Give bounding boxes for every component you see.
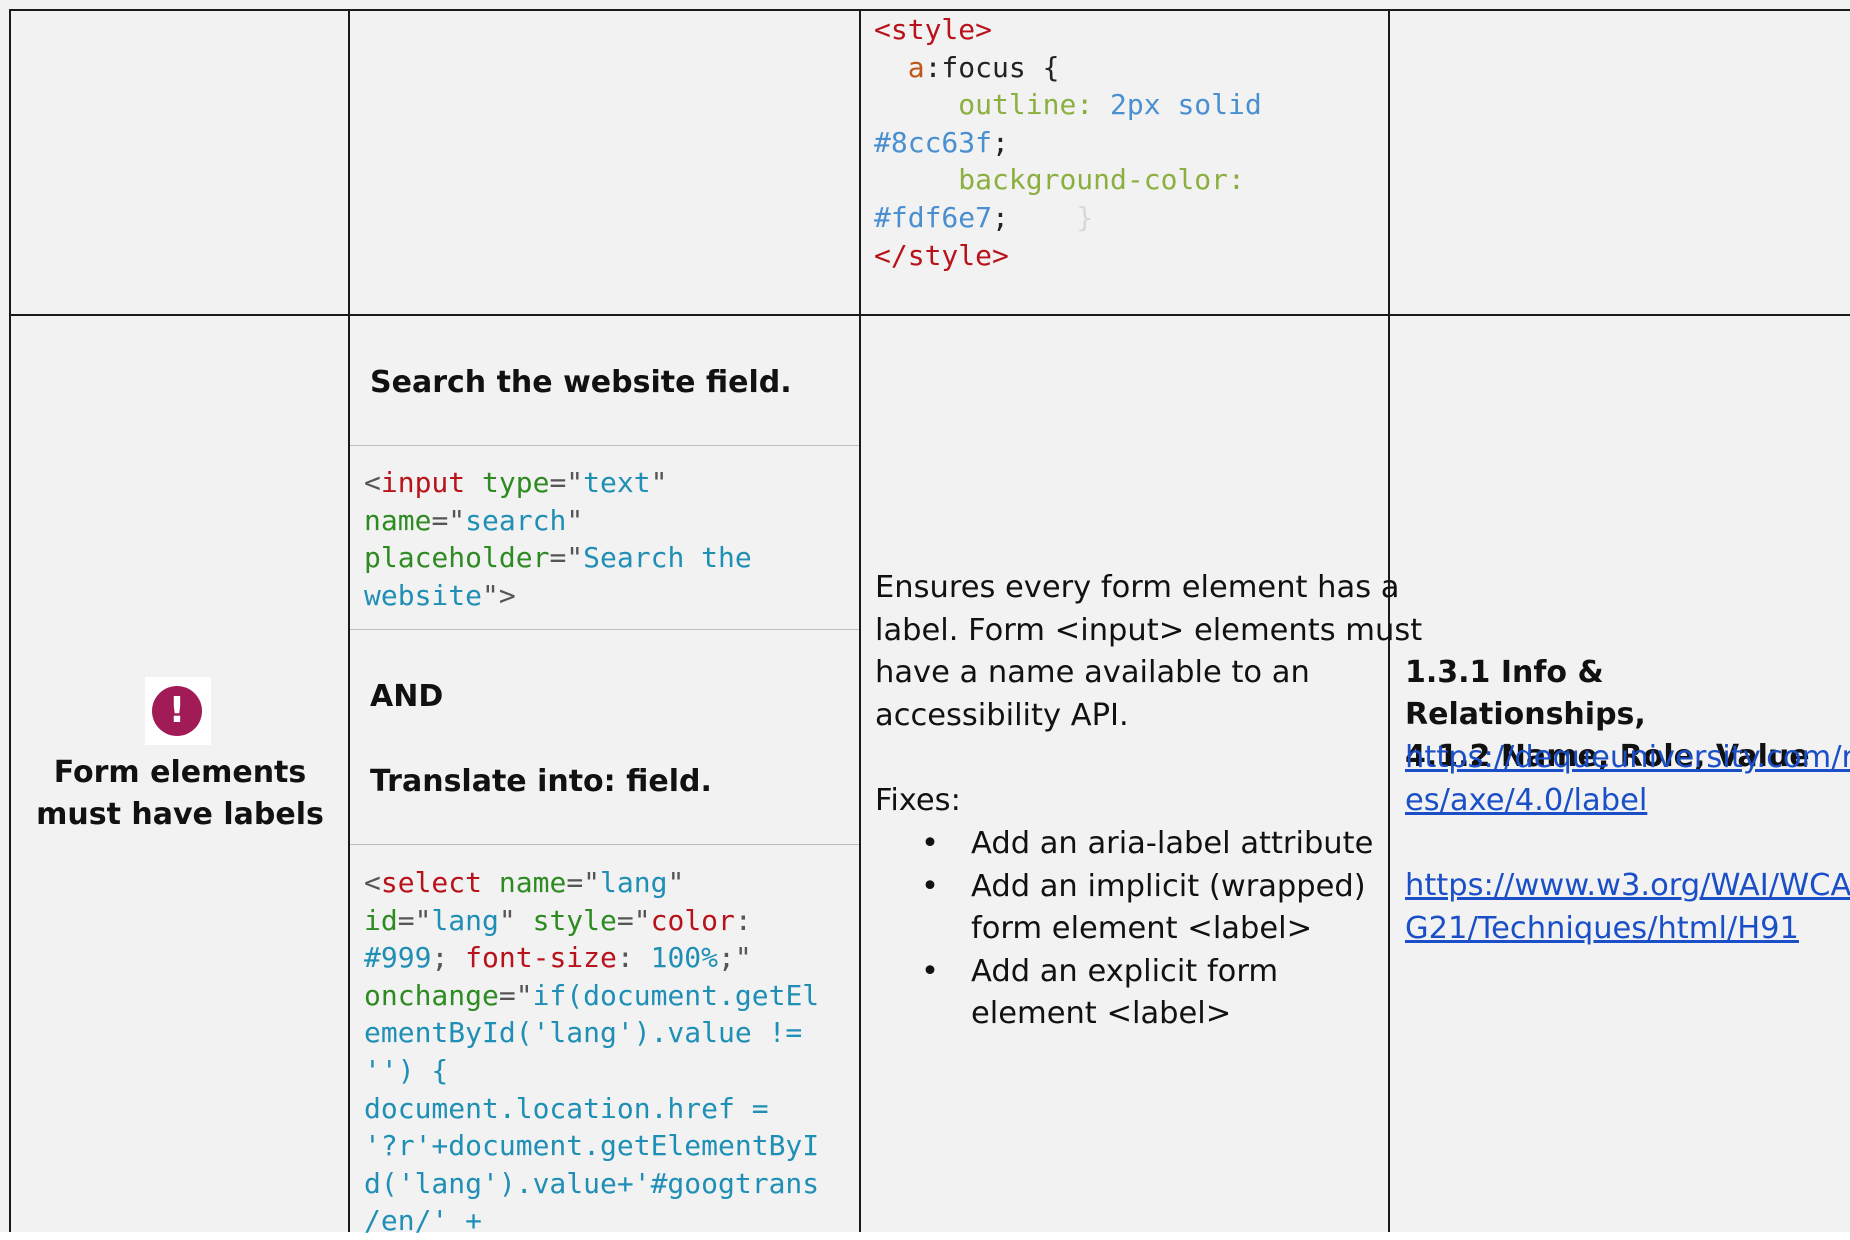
example-heading-translate: Translate into: field.	[370, 764, 712, 799]
example-heading-search: Search the website field.	[370, 365, 792, 400]
input-code-snippet: <input type="text" name="search" placeho…	[364, 466, 752, 612]
row-divider	[9, 314, 1850, 316]
select-code-snippet: <select name="lang" id="lang" style="col…	[364, 866, 820, 1238]
w3c-technique-link[interactable]: https://www.w3.org/WAI/WCA G21/Technique…	[1405, 865, 1850, 950]
cell-divider-1	[350, 445, 859, 446]
column-divider-2	[859, 9, 861, 1232]
exclamation-circle-icon: !	[152, 686, 202, 736]
rule-description: Ensures every form element has a label. …	[875, 570, 1423, 733]
and-label: AND	[370, 679, 444, 714]
column-divider-1	[348, 9, 350, 1232]
rule-title: Form elements must have labels	[36, 755, 324, 832]
fixes-list: Add an aria-label attribute Add an impli…	[875, 823, 1385, 1036]
deque-rule-link[interactable]: https://dequeuniversity.com/rul es/axe/4…	[1405, 737, 1850, 822]
fixes-label: Fixes:	[875, 783, 961, 818]
cell-divider-2	[350, 629, 859, 630]
error-icon-box: !	[145, 677, 211, 745]
list-item: Add an aria-label attribute	[875, 823, 1385, 866]
table-border-left	[9, 9, 11, 1232]
list-item: Add an implicit (wrapped)form element <l…	[875, 866, 1385, 951]
table: <style> a:focus { outline: 2px solid #8c…	[0, 0, 1850, 1237]
focus-style-code: <style> a:focus { outline: 2px solid #8c…	[874, 13, 1262, 272]
cell-divider-3	[350, 844, 859, 845]
list-item: Add an explicit formelement <label>	[875, 951, 1385, 1036]
